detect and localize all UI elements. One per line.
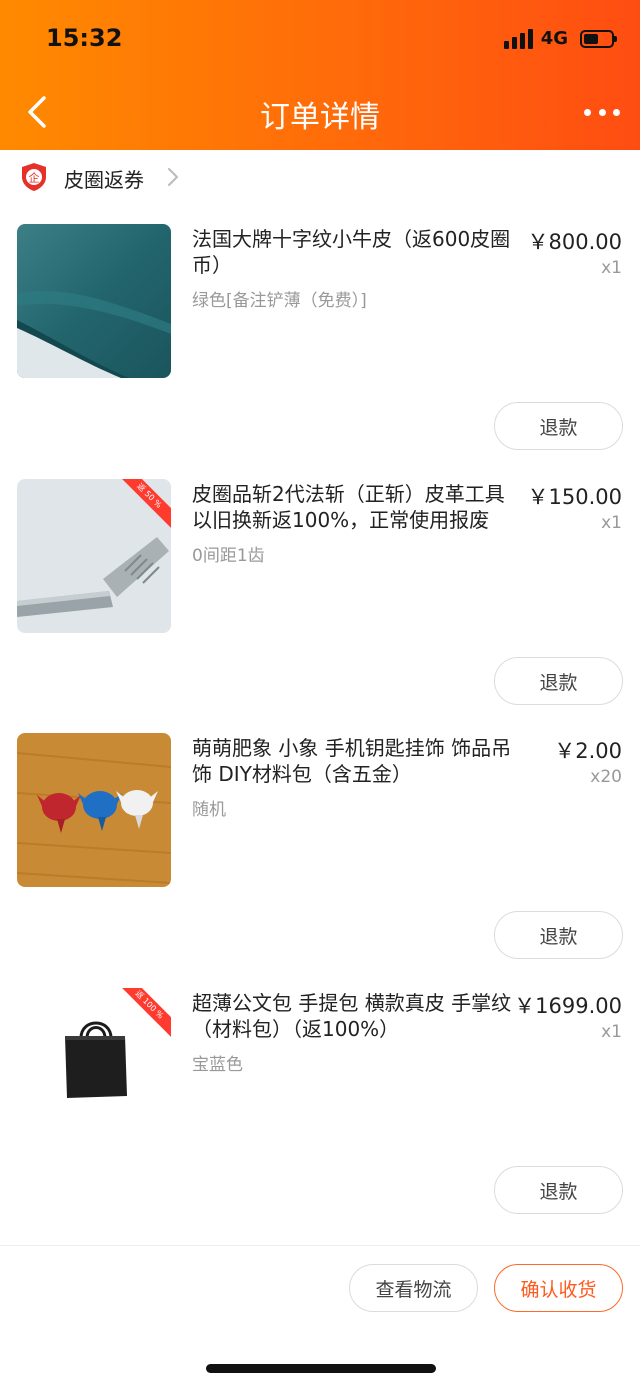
refund-button[interactable]: 退款 (494, 1166, 623, 1214)
product-name[interactable]: 法国大牌十字纹小牛皮（返600皮圈币） (192, 226, 512, 278)
product-spec: 随机 (192, 800, 226, 820)
product-spec: 0间距1齿 (192, 546, 265, 566)
product-quantity: x1 (601, 1022, 622, 1042)
product-image-chisel[interactable]: 返 50 % (17, 479, 171, 633)
product-price: ￥1699.00 (514, 994, 622, 1018)
product-name[interactable]: 皮圈品斩2代法斩（正斩）皮革工具 以旧换新返100%，正常使用报废 (192, 481, 512, 533)
home-indicator[interactable] (206, 1364, 436, 1373)
status-indicators: 4G (503, 28, 617, 49)
app-header: 15:32 4G 订单详情 (0, 0, 640, 150)
view-logistics-button[interactable]: 查看物流 (349, 1264, 478, 1312)
product-name[interactable]: 萌萌肥象 小象 手机钥匙挂饰 饰品吊饰 DIY材料包（含五金） (192, 735, 512, 787)
refund-button[interactable]: 退款 (494, 657, 623, 705)
page-title: 订单详情 (260, 100, 380, 135)
order-item[interactable]: 返 50 % 皮圈品斩2代法斩（正斩）皮革工具 以旧换新返100%，正常使用报废… (0, 479, 640, 734)
product-price: ￥800.00 (527, 230, 622, 254)
product-quantity: x20 (590, 767, 622, 787)
product-price: ￥2.00 (554, 739, 622, 763)
order-item[interactable]: 萌萌肥象 小象 手机钥匙挂饰 饰品吊饰 DIY材料包（含五金） 随机 ￥2.00… (0, 733, 640, 988)
order-item[interactable]: 返 100 % 超薄公文包 手提包 横款真皮 手掌纹（材料包）（返100%） 宝… (0, 988, 640, 1243)
product-spec: 绿色[备注铲薄（免费）] (192, 291, 367, 311)
refund-button[interactable]: 退款 (494, 911, 623, 959)
chevron-right-icon (168, 168, 178, 186)
network-type: 4G (540, 28, 568, 49)
more-dots-icon (584, 108, 591, 116)
confirm-receipt-button[interactable]: 确认收货 (494, 1264, 623, 1312)
bottom-action-bar: 查看物流 确认收货 (0, 1245, 640, 1386)
signal-icon (503, 28, 533, 49)
product-quantity: x1 (601, 258, 622, 278)
product-quantity: x1 (601, 513, 622, 533)
status-time: 15:32 (46, 24, 123, 52)
shop-name[interactable]: 皮圈返券 (64, 164, 144, 193)
more-button[interactable] (584, 100, 620, 124)
shop-badge-icon: 企 (22, 163, 46, 191)
refund-button[interactable]: 退款 (494, 402, 623, 450)
battery-icon (580, 29, 617, 48)
product-spec: 宝蓝色 (192, 1055, 243, 1075)
svg-text:企: 企 (29, 171, 40, 185)
product-image-elephant-charms[interactable] (17, 733, 171, 887)
product-image-briefcase[interactable]: 返 100 % (17, 988, 171, 1142)
order-item[interactable]: 法国大牌十字纹小牛皮（返600皮圈币） 绿色[备注铲薄（免费）] ￥800.00… (0, 224, 640, 479)
product-name[interactable]: 超薄公文包 手提包 横款真皮 手掌纹（材料包）（返100%） (192, 990, 512, 1042)
product-image-leather[interactable] (17, 224, 171, 378)
product-price: ￥150.00 (527, 485, 622, 509)
